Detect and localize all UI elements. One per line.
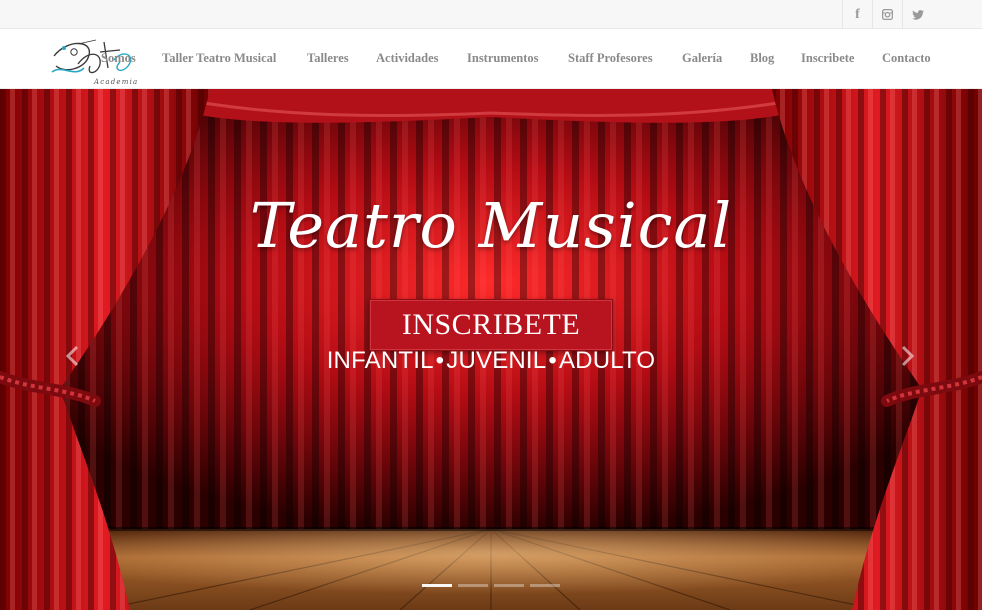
nav-item-somos[interactable]: Somos bbox=[101, 51, 136, 66]
slide-indicator-1[interactable] bbox=[422, 584, 452, 587]
nav-item-actividades[interactable]: Actividades bbox=[376, 51, 439, 66]
instagram-icon[interactable] bbox=[872, 0, 902, 29]
hero-headline: Teatro Musical bbox=[249, 189, 733, 262]
nav-item-taller-teatro-musical[interactable]: Taller Teatro Musical bbox=[162, 51, 276, 66]
nav-item-contacto[interactable]: Contacto bbox=[882, 51, 931, 66]
level-adulto: ADULTO bbox=[558, 347, 656, 374]
nav-item-staff-profesores[interactable]: Staff Profesores bbox=[568, 51, 653, 66]
inscribete-button[interactable]: INSCRIBETE bbox=[369, 299, 613, 351]
facebook-icon[interactable]: f bbox=[842, 0, 872, 29]
slide-indicator-2[interactable] bbox=[458, 584, 488, 587]
nav-item-instrumentos[interactable]: Instrumentos bbox=[467, 51, 539, 66]
hero-slider: Teatro Musical INSCRIBETE INFANTIL•JUVEN… bbox=[0, 89, 982, 610]
nav-item-talleres[interactable]: Talleres bbox=[307, 51, 349, 66]
nav-item-inscribete[interactable]: Inscribete bbox=[801, 51, 854, 66]
slide-indicators bbox=[422, 584, 560, 587]
level-separator: • bbox=[548, 347, 557, 374]
top-social-bar: f bbox=[0, 0, 982, 29]
slide-indicator-4[interactable] bbox=[530, 584, 560, 587]
level-juvenil: JUVENIL bbox=[446, 347, 547, 374]
level-separator: • bbox=[435, 347, 445, 374]
nav-item-galeria[interactable]: Galería bbox=[682, 51, 722, 66]
age-levels: INFANTIL•JUVENIL•ADULTO bbox=[0, 347, 982, 375]
site-header: Academia Somos Taller Teatro Musical Tal… bbox=[0, 29, 982, 89]
slide-indicator-3[interactable] bbox=[494, 584, 524, 587]
prev-slide-arrow-icon[interactable] bbox=[60, 341, 84, 371]
social-links: f bbox=[842, 0, 932, 29]
level-infantil: INFANTIL bbox=[326, 347, 434, 374]
next-slide-arrow-icon[interactable] bbox=[896, 341, 920, 371]
logo-subtext: Academia bbox=[93, 78, 138, 86]
twitter-icon[interactable] bbox=[902, 0, 932, 29]
nav-item-blog[interactable]: Blog bbox=[750, 51, 774, 66]
